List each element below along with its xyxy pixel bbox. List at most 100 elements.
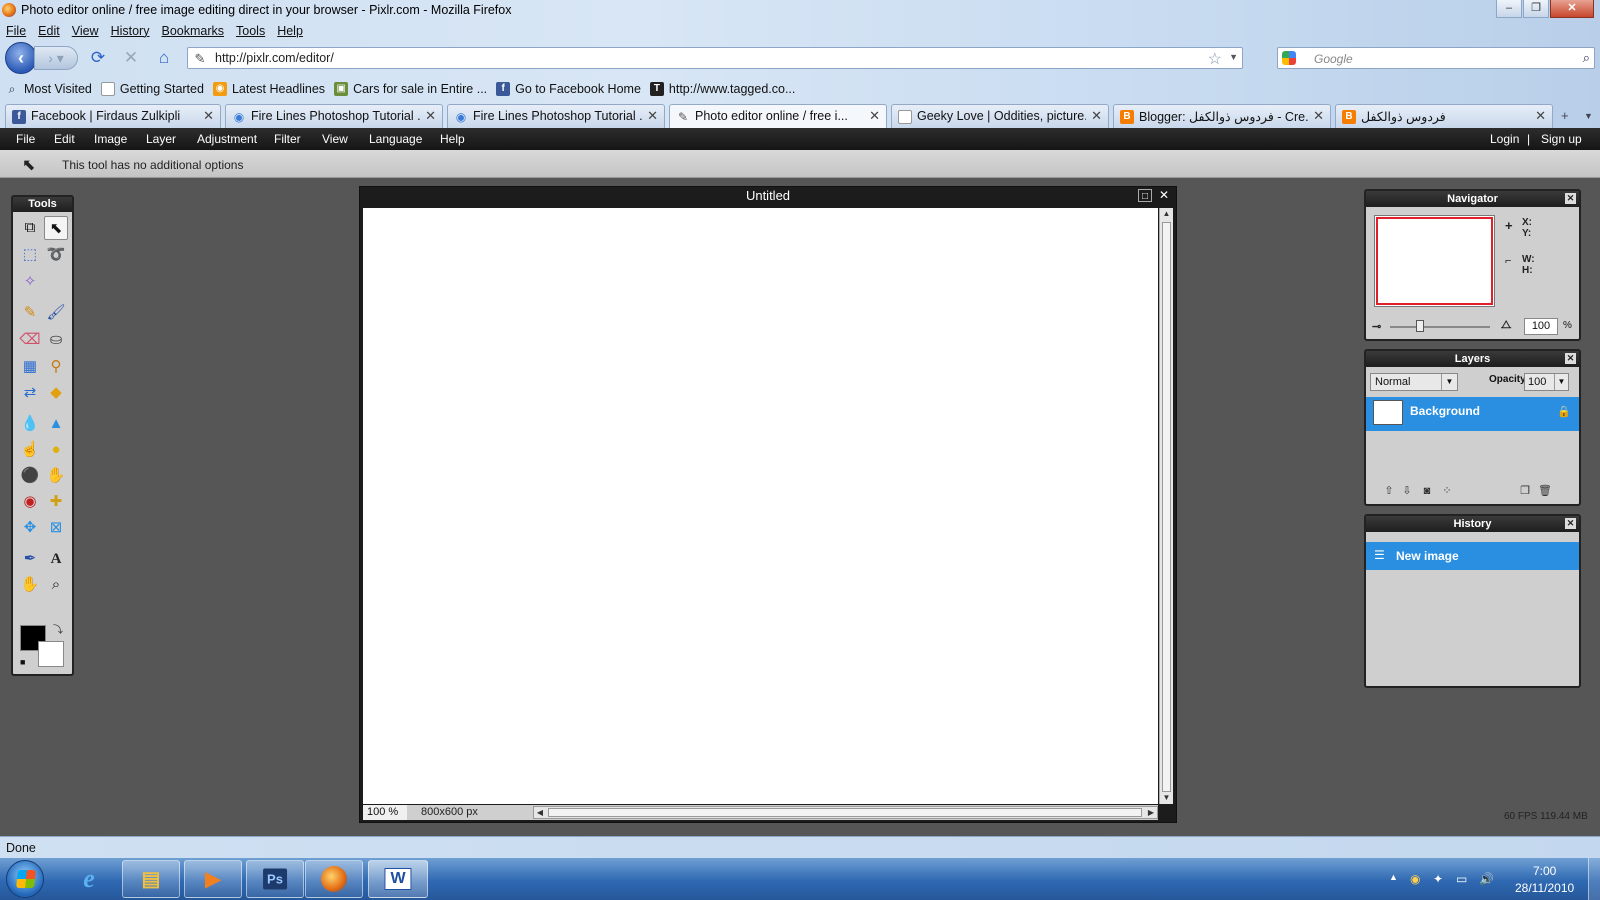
taskbar-firefox[interactable] (305, 860, 363, 898)
app-menu-adjustment[interactable]: Adjustment (197, 132, 257, 146)
brush-tool-icon[interactable]: 🖌 (44, 301, 68, 325)
home-icon[interactable]: ⌂ (153, 47, 175, 69)
smudge-tool-icon[interactable]: ☝ (18, 438, 42, 462)
magic-wand-tool-icon[interactable]: ✧ (18, 270, 42, 294)
forward-button[interactable]: › ▾ (34, 46, 78, 70)
tab-facebook[interactable]: f Facebook | Firdaus Zulkipli ✕ (5, 104, 221, 128)
search-placeholder[interactable]: Google (1314, 52, 1353, 66)
zoom-field[interactable]: 100 % (363, 805, 407, 820)
zoom-out-icon[interactable]: ⊸ (1372, 320, 1381, 333)
reset-colors-icon[interactable]: ■ (20, 657, 25, 667)
gradient-tool-icon[interactable]: ▦ (18, 355, 42, 379)
app-menu-filter[interactable]: Filter (274, 132, 301, 146)
bookmark-star-icon[interactable]: ☆ (1208, 49, 1222, 69)
tab-close-icon[interactable]: ✕ (1091, 108, 1102, 124)
bookmark-getting-started[interactable]: Getting Started (100, 82, 204, 96)
tab-list-icon[interactable]: ▼ (1584, 111, 1593, 121)
taskbar-media-player[interactable]: ▶ (184, 860, 242, 898)
tab-blogger[interactable]: B فردوس ذوالكفل ✕ (1335, 104, 1553, 128)
tab-close-icon[interactable]: ✕ (203, 108, 214, 124)
type-tool-icon[interactable]: A (44, 547, 68, 571)
close-window-button[interactable]: ✕ (1550, 0, 1594, 18)
eraser-tool-icon[interactable]: ⌫ (18, 328, 42, 352)
tab-fire-lines-2[interactable]: ◉ Fire Lines Photoshop Tutorial ... ✕ (447, 104, 665, 128)
delete-layer-icon[interactable]: 🗑 (1538, 484, 1552, 498)
red-eye-tool-icon[interactable]: ◉ (18, 490, 42, 514)
bloat-tool-icon[interactable]: ✥ (18, 516, 42, 540)
show-desktop-button[interactable] (1588, 858, 1600, 900)
vertical-scrollbar[interactable]: ▲ ▼ (1159, 208, 1173, 804)
network-icon[interactable]: ▭ (1456, 872, 1467, 886)
url-dropdown-icon[interactable]: ▼ (1229, 52, 1238, 62)
menu-bookmarks[interactable]: Bookmarks (155, 22, 230, 40)
sharpen-tool-icon[interactable]: ▲ (44, 412, 68, 436)
crop-tool-icon[interactable]: ⧉ (18, 216, 42, 240)
taskbar-word[interactable]: W (368, 860, 428, 898)
bookmark-tagged[interactable]: T http://www.tagged.co... (649, 82, 795, 96)
paint-bucket-tool-icon[interactable]: ⛀ (44, 328, 68, 352)
history-item[interactable]: ☰ New image (1366, 542, 1579, 570)
scroll-down-icon[interactable]: ▼ (1160, 792, 1173, 804)
google-icon[interactable] (1282, 51, 1296, 65)
scroll-up-icon[interactable]: ▲ (1160, 208, 1173, 220)
move-tool-icon[interactable]: ⬉ (44, 216, 68, 240)
sponge-tool-icon[interactable]: ● (44, 438, 68, 462)
start-button[interactable] (6, 860, 44, 898)
network-activity-icon[interactable]: ✦ (1433, 872, 1443, 886)
menu-view[interactable]: View (66, 22, 105, 40)
menu-help[interactable]: Help (271, 22, 309, 40)
stop-icon[interactable]: ✕ (120, 47, 142, 69)
security-tray-icon[interactable]: ◉ (1410, 872, 1420, 886)
chevron-down-icon[interactable]: ▼ (1441, 374, 1457, 390)
bookmark-most-visited[interactable]: ⌕ Most Visited (5, 82, 92, 96)
swap-colors-icon[interactable]: ⤵ (53, 621, 63, 636)
clock-time[interactable]: 7:00 (1533, 864, 1556, 878)
tab-pixlr-editor[interactable]: ✎ Photo editor online / free i... ✕ (669, 104, 887, 128)
opacity-select[interactable]: 100 ▼ (1524, 373, 1569, 391)
app-menu-layer[interactable]: Layer (146, 132, 176, 146)
bookmark-facebook-home[interactable]: f Go to Facebook Home (496, 82, 641, 96)
layer-row[interactable]: Background 🔒 (1366, 397, 1579, 431)
menu-edit[interactable]: Edit (32, 22, 66, 40)
hand-tool-icon[interactable]: ✋ (18, 573, 42, 597)
zoom-slider[interactable] (1390, 320, 1490, 332)
close-layers-icon[interactable]: ✕ (1565, 353, 1576, 364)
layer-styles-icon[interactable]: ⁘ (1440, 484, 1454, 498)
tab-close-icon[interactable]: ✕ (647, 108, 658, 124)
maximize-button[interactable]: ❐ (1523, 0, 1549, 18)
app-menu-image[interactable]: Image (94, 132, 127, 146)
blend-mode-select[interactable]: Normal ▼ (1370, 373, 1458, 391)
pencil-tool-icon[interactable]: ✎ (18, 301, 42, 325)
chevron-down-icon[interactable]: ▼ (1554, 374, 1568, 390)
spot-heal-tool-icon[interactable]: ✚ (44, 490, 68, 514)
lasso-tool-icon[interactable]: ➰ (44, 243, 68, 267)
layer-up-icon[interactable]: ⇧ (1382, 484, 1396, 498)
clock-date[interactable]: 28/11/2010 (1515, 881, 1574, 895)
zoom-input[interactable]: 100 (1524, 318, 1558, 335)
taskbar-photoshop[interactable]: Ps (246, 860, 304, 898)
search-icon[interactable]: ⌕ (1583, 50, 1590, 66)
tab-geeky-love[interactable]: Geeky Love | Oddities, picture... ✕ (891, 104, 1109, 128)
address-bar[interactable]: ✎ http://pixlr.com/editor/ ☆ ▼ (187, 47, 1243, 69)
zoom-slider-knob[interactable] (1416, 320, 1424, 332)
signup-link[interactable]: Sign up (1541, 132, 1582, 146)
menu-history[interactable]: History (105, 22, 156, 40)
shape-tool-icon[interactable]: ◆ (44, 381, 68, 405)
blur-tool-icon[interactable]: 💧 (18, 412, 42, 436)
tab-close-icon[interactable]: ✕ (425, 108, 436, 124)
close-document-icon[interactable]: ✕ (1157, 189, 1171, 202)
app-menu-file[interactable]: File (16, 132, 35, 146)
back-button[interactable]: ‹ (5, 42, 37, 74)
app-menu-view[interactable]: View (322, 132, 348, 146)
login-link[interactable]: Login (1490, 132, 1519, 146)
layer-mask-icon[interactable]: ◙ (1420, 484, 1434, 498)
show-hidden-icons-icon[interactable]: ▲ (1389, 872, 1398, 882)
clone-stamp-tool-icon[interactable]: ⚲ (44, 355, 68, 379)
scroll-right-icon[interactable]: ▶ (1145, 807, 1157, 818)
tab-close-icon[interactable]: ✕ (1535, 108, 1546, 124)
dodge-tool-icon[interactable]: ⚫ (18, 464, 42, 488)
close-history-icon[interactable]: ✕ (1565, 518, 1576, 529)
marquee-tool-icon[interactable]: ⬚ (18, 243, 42, 267)
search-bar[interactable]: Google ⌕ (1277, 47, 1595, 69)
app-menu-help[interactable]: Help (440, 132, 465, 146)
